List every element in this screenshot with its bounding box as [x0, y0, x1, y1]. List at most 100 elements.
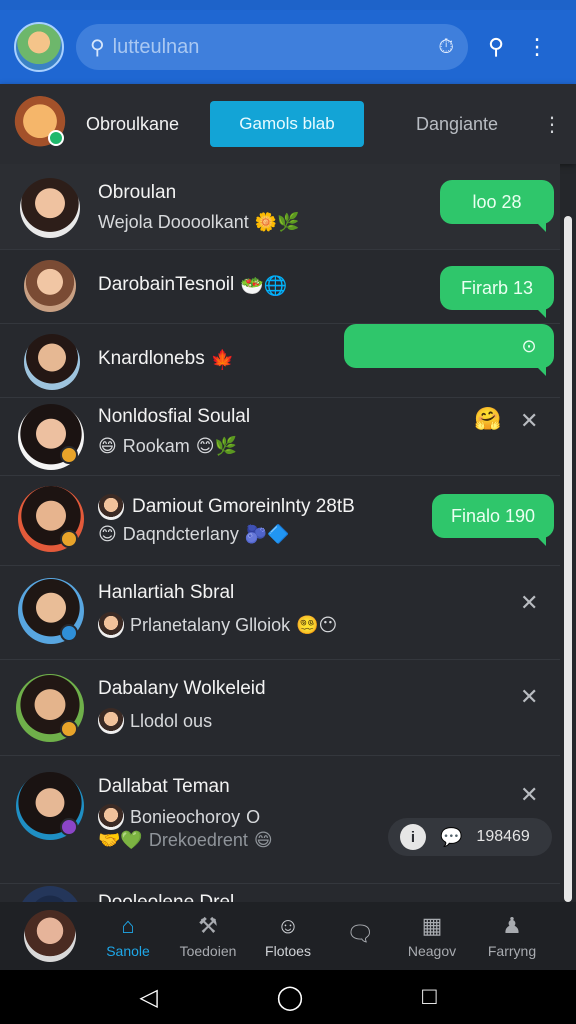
back-icon[interactable]: ◁	[139, 983, 157, 1012]
tabs-bar: Obroulkane Gamols blab Dangiante ⋮	[0, 84, 576, 164]
close-icon[interactable]: ✕	[520, 782, 538, 808]
chat-preview-suffix: O	[246, 806, 261, 827]
more-vert-icon[interactable]: ⋮	[526, 34, 548, 60]
more-vert-icon[interactable]: ⋮	[542, 112, 562, 137]
emoji: 🤝💚	[98, 830, 143, 850]
search-bar[interactable]: ⚲ lutteulnan ⏱	[76, 24, 468, 70]
top-app-bar: ⚲ lutteulnan ⏱ ⚲ ⋮	[0, 10, 576, 84]
avatar	[24, 260, 76, 312]
chat-preview-text: Wejola Doooolkant	[98, 212, 249, 232]
avatar	[24, 334, 80, 390]
nav-label: Farryng	[487, 943, 537, 959]
avatar	[20, 178, 80, 238]
chat-name: Damiout Gmoreinlnty 28tB	[98, 494, 355, 520]
home-circle-icon[interactable]: ◯	[277, 983, 304, 1012]
search-input[interactable]: lutteulnan	[113, 36, 439, 59]
nav-item-home[interactable]: ⌂ Sanole	[88, 913, 168, 959]
emoji: 🫐🔷	[244, 524, 290, 544]
message-pill[interactable]: Firarb 13	[440, 266, 554, 318]
mini-avatar	[98, 612, 124, 638]
chat-name: Dabalany Wolkeleid	[98, 678, 266, 699]
emoji: 🍁	[210, 350, 235, 371]
person-icon: ♟	[502, 913, 522, 938]
nav-item-neagov[interactable]: ▦ Neagov	[392, 913, 472, 959]
chat-name: Hanlartiah Sbral	[98, 582, 235, 603]
emoji: 🥗🌐	[240, 276, 288, 297]
avatar	[18, 886, 82, 902]
chat-preview: Wejola Doooolkant 🌼🌿	[98, 212, 300, 233]
chat-preview-text: Llodol ous	[130, 710, 213, 731]
emoji-reaction-icon: 🤗	[474, 406, 502, 431]
close-icon[interactable]: ✕	[520, 684, 538, 710]
chat-name: Dallabat Teman	[98, 776, 230, 797]
nav-avatar[interactable]	[24, 910, 76, 962]
chat-preview: 😄 Rookam 😊🌿	[98, 436, 237, 457]
chat-preview: 😊 Daqndcterlany 🫐🔷	[98, 524, 290, 545]
search-icon: ⚲	[90, 36, 105, 59]
close-icon[interactable]: ✕	[520, 408, 538, 434]
tools-icon: ⚒	[198, 913, 218, 938]
chat-preview-text: Bonieochoroy	[130, 806, 241, 827]
chat-face-icon: ☺	[276, 913, 300, 938]
scrollbar[interactable]	[564, 216, 572, 902]
chat-name: DarobainTesnoil 🥗🌐	[98, 274, 288, 298]
nav-label: Neagov	[407, 943, 457, 959]
emoji: 😄	[253, 830, 273, 850]
chat-row[interactable]: Hanlartiah Sbral Prlanetalany Glloiok 😵‍…	[0, 566, 560, 660]
nav-item-chat[interactable]: 🗨	[328, 921, 392, 951]
chat-name-text: Damiout Gmoreinlnty 28tB	[132, 496, 355, 517]
chat-row[interactable]: Dooleolene Drel	[0, 884, 560, 902]
message-pill[interactable]: Finalo 190	[432, 494, 554, 546]
nav-item-flotoes[interactable]: ☺ Flotoes	[248, 913, 328, 959]
chat-row[interactable]: Nonldosfial Soulal 😄 Rookam 😊🌿 🤗 ✕	[0, 398, 560, 476]
chat-name-text: DarobainTesnoil	[98, 274, 235, 295]
profile-avatar[interactable]	[14, 22, 64, 72]
status-bar	[0, 0, 576, 10]
user-avatar[interactable]	[12, 96, 68, 152]
bottom-navigation: ⌂ Sanole ⚒ Toedoien ☺ Flotoes 🗨 ▦ Neagov…	[0, 902, 576, 970]
stat-chip[interactable]: i 💬 198469	[388, 818, 552, 856]
chat-name: Obroulan	[98, 182, 177, 203]
chat-name: Dooleolene Drel	[98, 892, 234, 902]
tab-active[interactable]: Gamols blab	[210, 101, 364, 147]
chat-row[interactable]: Damiout Gmoreinlnty 28tB 😊 Daqndcterlany…	[0, 476, 560, 566]
timer-icon[interactable]: ⏱	[438, 36, 454, 59]
emoji: 😊🌿	[195, 436, 237, 456]
chat-preview-text: Prlanetalany Glloiok	[130, 614, 291, 635]
chat-row[interactable]: Dabalany Wolkeleid Llodol ous ✕	[0, 660, 560, 756]
recents-icon[interactable]: □	[422, 983, 437, 1011]
chat-preview-text: Rookam	[122, 436, 190, 456]
status-dot	[60, 530, 78, 548]
tab-dangiante[interactable]: Dangiante	[412, 114, 502, 135]
emoji: 😄	[98, 436, 117, 456]
nav-item-toedoien[interactable]: ⚒ Toedoien	[168, 913, 248, 959]
chat-name: Nonldosfial Soulal	[98, 406, 251, 427]
system-navigation-bar: ◁ ◯ □	[0, 970, 576, 1024]
chat-row[interactable]: DarobainTesnoil 🥗🌐 Firarb 13	[0, 250, 560, 324]
emoji: 😵‍💫😶	[296, 614, 338, 635]
message-pill[interactable]: ⊙	[344, 324, 554, 376]
emoji: 🌼🌿	[254, 212, 300, 232]
chat-bubble-icon: 🗨	[346, 921, 374, 946]
chat-preview-text: Daqndcterlany	[122, 524, 239, 544]
message-pill[interactable]: loo 28	[440, 180, 554, 232]
play-circle-icon: ⊙	[521, 335, 537, 356]
search-button-icon[interactable]: ⚲	[488, 34, 504, 60]
status-dot	[60, 720, 78, 738]
mini-avatar	[98, 494, 124, 520]
status-dot	[60, 624, 78, 642]
chat-bubble-icon: 💬	[440, 826, 463, 847]
nav-item-farryng[interactable]: ♟ Farryng	[472, 913, 552, 959]
chat-preview: Llodol ous	[98, 708, 212, 734]
mini-avatar	[98, 708, 124, 734]
status-dot	[60, 818, 78, 836]
nav-label: Sanole	[106, 943, 150, 959]
chat-row[interactable]: Obroulan Wejola Doooolkant 🌼🌿 loo 28	[0, 164, 560, 250]
chat-preview: Prlanetalany Glloiok 😵‍💫😶	[98, 612, 337, 638]
chat-preview-secondary: 🤝💚 Drekoedrent 😄	[98, 830, 273, 851]
close-icon[interactable]: ✕	[520, 590, 538, 616]
status-dot	[60, 446, 78, 464]
user-name: Obroulkane	[86, 113, 180, 134]
chat-row[interactable]: Knardlonebs 🍁 ⊙	[0, 324, 560, 398]
chat-preview-text: Drekoedrent	[148, 830, 248, 850]
